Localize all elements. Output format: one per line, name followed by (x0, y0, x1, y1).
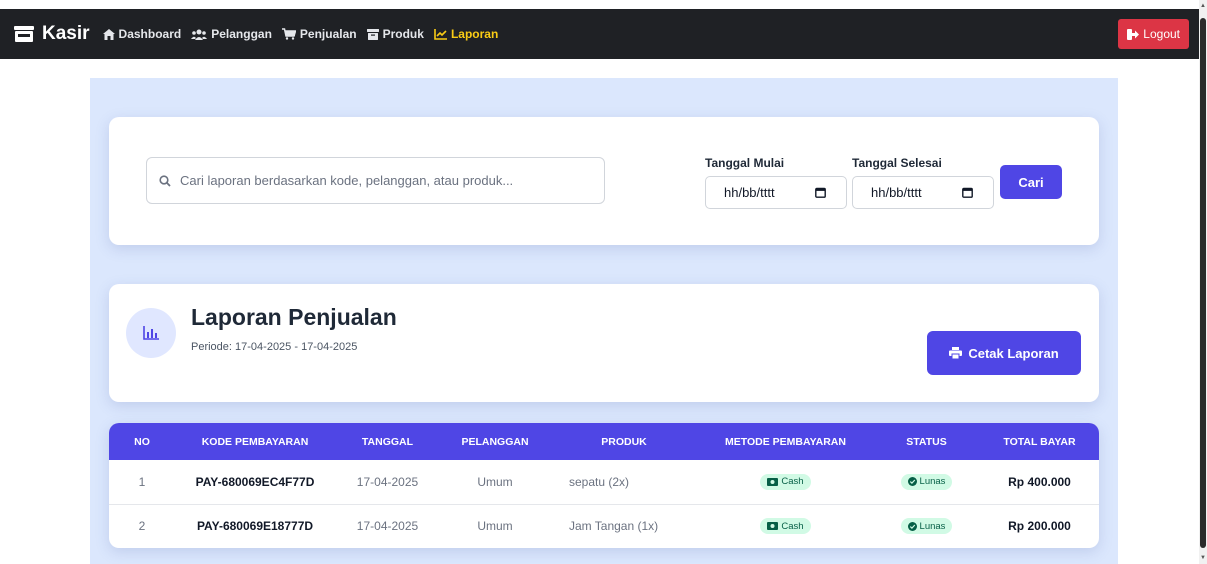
cell-pelanggan: Umum (440, 460, 550, 505)
report-icon-circle (126, 308, 176, 358)
cell-no: 2 (138, 519, 146, 534)
table-row[interactable]: 2 PAY-680069E18777D 17-04-2025 Umum Jam … (109, 504, 1099, 548)
nav-penjualan-label: Penjualan (299, 27, 357, 41)
payment-method-label: Cash (781, 520, 804, 532)
page-scrollbar[interactable]: ▲ ▼ (1199, 0, 1207, 564)
cell-total: Rp 200.000 (1008, 519, 1071, 534)
end-date-label: Tanggal Selesai (852, 156, 942, 170)
scrollbar-thumb[interactable] (1200, 18, 1206, 548)
scroll-up-icon[interactable]: ▲ (1200, 2, 1206, 10)
payment-method-badge: Cash (760, 518, 811, 535)
table-row[interactable]: 1 PAY-680069EC4F77D 17-04-2025 Umum sepa… (109, 460, 1099, 505)
header-tanggal: Tanggal (361, 435, 414, 448)
print-report-button[interactable]: Cetak Laporan (927, 331, 1081, 375)
start-date-value: hh/bb/tttt (724, 185, 775, 200)
store-icon (14, 26, 34, 42)
page-title: Laporan Penjualan (191, 304, 397, 330)
navbar: Kasir Dashboard Pelanggan Penjualan Prod… (0, 9, 1199, 59)
nav-laporan[interactable]: Laporan (434, 27, 498, 41)
calendar-icon[interactable] (962, 187, 973, 198)
header-pelanggan: Pelanggan (461, 435, 529, 448)
brand[interactable]: Kasir (13, 23, 90, 45)
header-produk: Produk (601, 435, 647, 448)
cell-tanggal: 17-04-2025 (335, 460, 440, 505)
search-icon (159, 174, 171, 187)
table-header-row: No Kode Pembayaran Tanggal Pelanggan Pro… (109, 423, 1099, 460)
cell-status: Lunas (873, 504, 980, 548)
report-table: No Kode Pembayaran Tanggal Pelanggan Pro… (109, 423, 1099, 548)
status-badge: Lunas (900, 518, 953, 535)
cart-icon (281, 28, 296, 40)
cell-status: Lunas (873, 460, 980, 505)
nav-links: Dashboard Pelanggan Penjualan Produk Lap… (102, 27, 509, 41)
nav-produk-label: Produk (382, 27, 424, 41)
chart-line-icon (434, 28, 447, 40)
status-label: Lunas (919, 476, 946, 488)
home-icon (102, 28, 115, 40)
report-table-card: No Kode Pembayaran Tanggal Pelanggan Pro… (109, 423, 1099, 548)
search-filter-card: Tanggal Mulai hh/bb/tttt Tanggal Selesai… (109, 117, 1099, 245)
scroll-down-icon[interactable]: ▼ (1200, 554, 1206, 562)
cell-tanggal: 17-04-2025 (356, 519, 419, 534)
nav-dashboard-label: Dashboard (118, 27, 182, 41)
report-header-card: Laporan Penjualan Periode: 17-04-2025 - … (109, 284, 1099, 402)
header-status: Status (906, 435, 947, 448)
money-bill-icon (767, 477, 779, 486)
search-box[interactable] (146, 157, 605, 204)
brand-name: Kasir (42, 23, 90, 44)
cell-pelanggan: Umum (477, 519, 513, 534)
cell-produk: sepatu (2x) (550, 460, 698, 505)
cell-metode: Cash (698, 460, 873, 505)
main-content: Tanggal Mulai hh/bb/tttt Tanggal Selesai… (90, 78, 1118, 564)
report-period: Periode: 17-04-2025 - 17-04-2025 (191, 341, 358, 353)
header-total: Total Bayar (1003, 435, 1076, 448)
bar-chart-icon (143, 326, 159, 340)
nav-pelanggan-label: Pelanggan (211, 27, 272, 41)
status-badge: Lunas (900, 473, 953, 490)
nav-penjualan[interactable]: Penjualan (281, 27, 357, 41)
cell-kode: PAY-680069EC4F77D (175, 460, 335, 505)
payment-method-badge: Cash (760, 473, 811, 490)
check-circle-icon (907, 521, 917, 531)
nav-produk[interactable]: Produk (366, 27, 424, 41)
nav-laporan-label: Laporan (450, 27, 499, 41)
print-report-label: Cetak Laporan (968, 345, 1059, 361)
cell-total: Rp 400.000 (980, 460, 1099, 505)
header-kode: Kode Pembayaran (201, 435, 309, 448)
search-button[interactable]: Cari (1000, 165, 1062, 199)
cell-produk: Jam Tangan (1x) (569, 519, 659, 534)
money-bill-icon (767, 522, 779, 531)
users-icon (191, 29, 208, 40)
check-circle-icon (907, 477, 917, 487)
end-date-value: hh/bb/tttt (871, 185, 922, 200)
nav-dashboard[interactable]: Dashboard (102, 27, 182, 41)
cell-no: 1 (109, 460, 175, 505)
search-input[interactable] (180, 173, 580, 188)
cell-metode: Cash (698, 504, 873, 548)
start-date-input[interactable]: hh/bb/tttt (705, 176, 847, 209)
cell-kode: PAY-680069E18777D (196, 519, 314, 534)
header-metode: Metode Pembayaran (725, 435, 846, 448)
sign-out-icon (1127, 28, 1140, 40)
start-date-group: Tanggal Mulai hh/bb/tttt (705, 156, 847, 209)
top-strip (0, 0, 1207, 9)
start-date-label: Tanggal Mulai (705, 156, 785, 170)
box-icon (366, 28, 379, 40)
print-icon (949, 347, 963, 359)
nav-pelanggan[interactable]: Pelanggan (191, 27, 272, 41)
header-no: No (134, 435, 150, 448)
logout-button[interactable]: Logout (1118, 19, 1189, 49)
end-date-input[interactable]: hh/bb/tttt (852, 176, 994, 209)
payment-method-label: Cash (781, 476, 804, 488)
end-date-group: Tanggal Selesai hh/bb/tttt (852, 156, 994, 209)
logout-label: Logout (1143, 27, 1180, 41)
calendar-icon[interactable] (815, 187, 826, 198)
status-label: Lunas (919, 520, 946, 532)
